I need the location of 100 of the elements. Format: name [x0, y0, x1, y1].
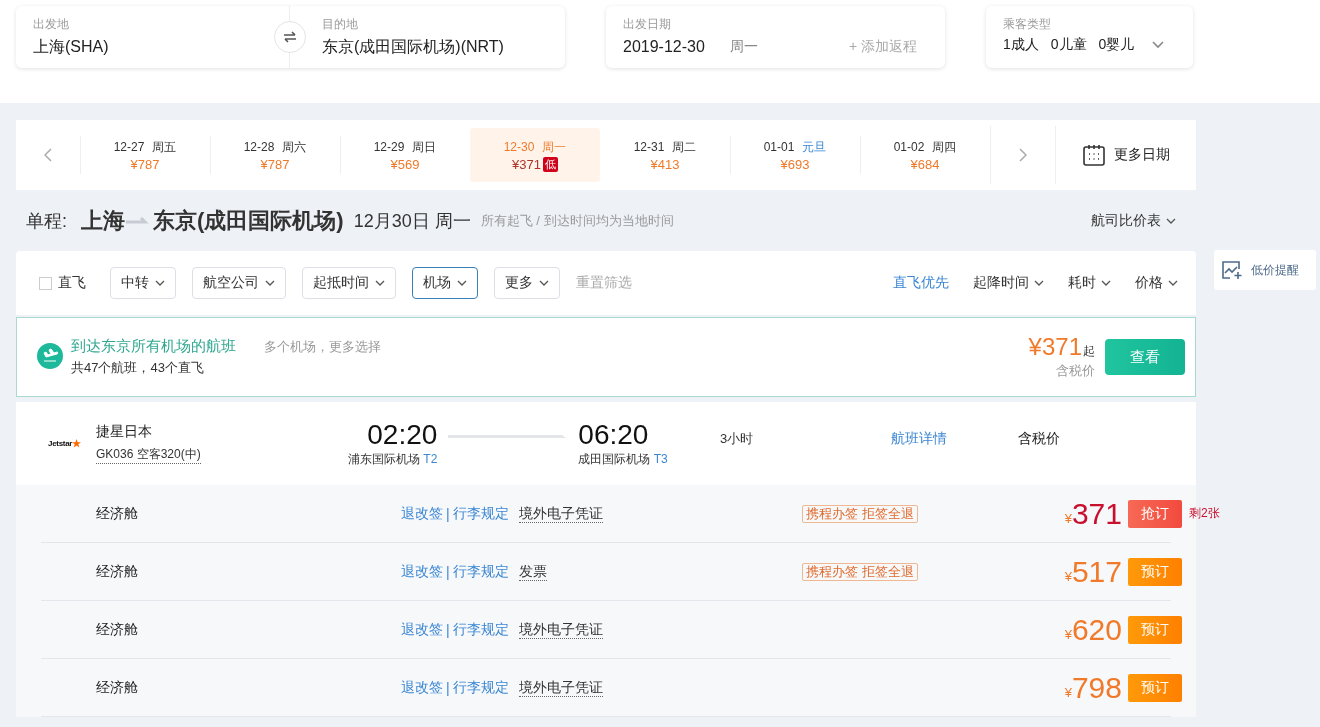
link-separator: |	[446, 621, 450, 638]
field-label: 出发地	[33, 17, 70, 31]
field-label: 乘客类型	[1003, 17, 1052, 31]
airline-name: 捷星日本	[96, 423, 153, 441]
sort-option[interactable]: 耗时	[1068, 274, 1111, 292]
date-text: 01-01	[763, 138, 795, 155]
banner-subtitle: 多个机场，更多选择	[264, 337, 381, 356]
weekday-text: 周四	[932, 138, 957, 155]
field-label: 出发日期	[623, 17, 672, 31]
sort-option[interactable]: 直飞优先	[893, 274, 949, 292]
visa-service-tag: 携程办签 拒签全退	[802, 562, 918, 581]
chart-plus-icon	[1221, 260, 1243, 280]
chevron-down-icon	[1034, 280, 1044, 286]
date-text: 12-31	[633, 138, 665, 155]
chevron-left-icon	[44, 148, 52, 162]
time-note: 所有起飞 / 到达时间均为当地时间	[480, 211, 674, 230]
price-alert-button[interactable]: 低价提醒	[1214, 250, 1316, 290]
date-tab[interactable]: 12-30 周一 ¥371 低	[470, 128, 600, 182]
swap-button[interactable]	[274, 21, 306, 53]
chevron-down-icon	[1152, 41, 1165, 49]
policy-link[interactable]: 退改签	[401, 678, 443, 697]
airline-compare-dropdown[interactable]: 航司比价表	[1091, 211, 1176, 230]
airport-name: 成田国际机场 T3	[578, 451, 668, 468]
visa-service-tag: 携程办签 拒签全退	[802, 504, 918, 523]
date-price: ¥693	[780, 156, 810, 172]
sort-option[interactable]: 价格	[1135, 274, 1178, 292]
field-label: 目的地	[322, 17, 359, 31]
policy-link[interactable]: 退改签	[401, 562, 443, 581]
date-field[interactable]: 2019-12-30	[623, 35, 705, 59]
weekday-text: 周五	[152, 138, 177, 155]
date-price: ¥569	[390, 156, 420, 172]
trip-type-label: 单程:	[26, 209, 67, 233]
date-price: ¥413	[650, 156, 680, 172]
cabin-class: 经济舱	[96, 562, 139, 581]
link-separator: |	[446, 679, 450, 696]
policy-link[interactable]: 行李规定	[452, 504, 509, 523]
chevron-down-icon	[1101, 280, 1111, 286]
seats-left-text: 剩2张	[1189, 506, 1220, 520]
date-text: 12-30	[503, 138, 535, 155]
weekday-text: 周二	[672, 138, 697, 155]
calendar-icon	[1082, 144, 1105, 166]
banner-summary: 共47个航班，43个直飞	[71, 359, 205, 377]
price-label: 含税价	[1018, 429, 1061, 448]
date-text: 12-28	[243, 138, 275, 155]
voucher-text: 境外电子凭证	[518, 504, 603, 523]
weekday-text: 周一	[729, 38, 758, 56]
tax-note: 含税价	[1055, 362, 1095, 380]
sort-option[interactable]: 起降时间	[973, 274, 1044, 292]
link-separator: |	[446, 505, 450, 522]
more-dates-button[interactable]: 更多日期	[1056, 120, 1196, 190]
policy-link[interactable]: 行李规定	[452, 678, 509, 697]
chevron-down-icon	[1166, 217, 1176, 224]
policy-link[interactable]: 退改签	[401, 504, 443, 523]
chevron-down-icon	[1168, 280, 1178, 286]
destination-field[interactable]: 东京(成田国际机场)(NRT)	[322, 35, 504, 59]
fare-price: ¥798	[1063, 671, 1123, 704]
date-text: 01-02	[893, 138, 925, 155]
policy-link[interactable]: 退改签	[401, 620, 443, 639]
origin-city: 上海	[81, 206, 125, 235]
date-tab[interactable]: 01-01 元旦 ¥693	[730, 128, 860, 182]
date-tab[interactable]: 12-29 周日 ¥569	[340, 128, 470, 182]
weekday-text: 周日	[412, 138, 437, 155]
date-price: ¥684	[910, 156, 940, 172]
chevron-down-icon	[457, 280, 467, 286]
airport-name: 浦东国际机场 T2	[348, 451, 438, 468]
date-text: 12-29	[373, 138, 405, 155]
star-icon	[72, 439, 82, 448]
flight-details-link[interactable]: 航班详情	[891, 429, 1018, 448]
price-suffix: 起	[1083, 343, 1095, 360]
date-tab[interactable]: 12-31 周二 ¥413	[600, 128, 730, 182]
filter-dropdown[interactable]: 中转	[110, 267, 176, 299]
cabin-class: 经济舱	[96, 620, 139, 639]
filter-dropdown[interactable]: 起抵时间	[302, 267, 396, 299]
flight-number[interactable]: GK036 空客320(中)	[96, 446, 201, 464]
filter-dropdown[interactable]: 航空公司	[192, 267, 286, 299]
date-price: ¥787	[260, 156, 290, 172]
flight-duration: 3小时	[720, 429, 755, 448]
cabin-class: 经济舱	[96, 678, 139, 697]
chevron-right-icon	[1019, 148, 1027, 162]
chevron-down-icon	[539, 280, 549, 286]
direct-flight-checkbox[interactable]: 直飞	[39, 274, 86, 292]
lowest-price: ¥371	[1028, 334, 1082, 360]
policy-link[interactable]: 行李规定	[452, 562, 509, 581]
chevron-down-icon	[155, 280, 165, 286]
date-tab[interactable]: 12-27 周五 ¥787	[80, 128, 210, 182]
policy-link[interactable]: 行李规定	[452, 620, 509, 639]
passenger-count: 0婴儿	[1098, 36, 1135, 54]
holiday-text: 元旦	[802, 138, 827, 155]
date-tab[interactable]: 12-28 周六 ¥787	[210, 128, 340, 182]
chevron-down-icon	[265, 280, 275, 286]
date-tab[interactable]: 01-02 周四 ¥684	[860, 128, 990, 182]
filter-dropdown[interactable]: 更多	[494, 267, 560, 299]
voucher-text: 境外电子凭证	[518, 678, 603, 697]
origin-field[interactable]: 上海(SHA)	[33, 35, 109, 59]
weekday-text: 周一	[542, 138, 567, 155]
fare-price: ¥371	[1063, 497, 1123, 530]
plane-landing-icon	[37, 343, 63, 369]
filter-dropdown[interactable]: 机场	[412, 267, 478, 299]
fare-price: ¥620	[1063, 613, 1123, 646]
chevron-down-icon	[375, 280, 385, 286]
